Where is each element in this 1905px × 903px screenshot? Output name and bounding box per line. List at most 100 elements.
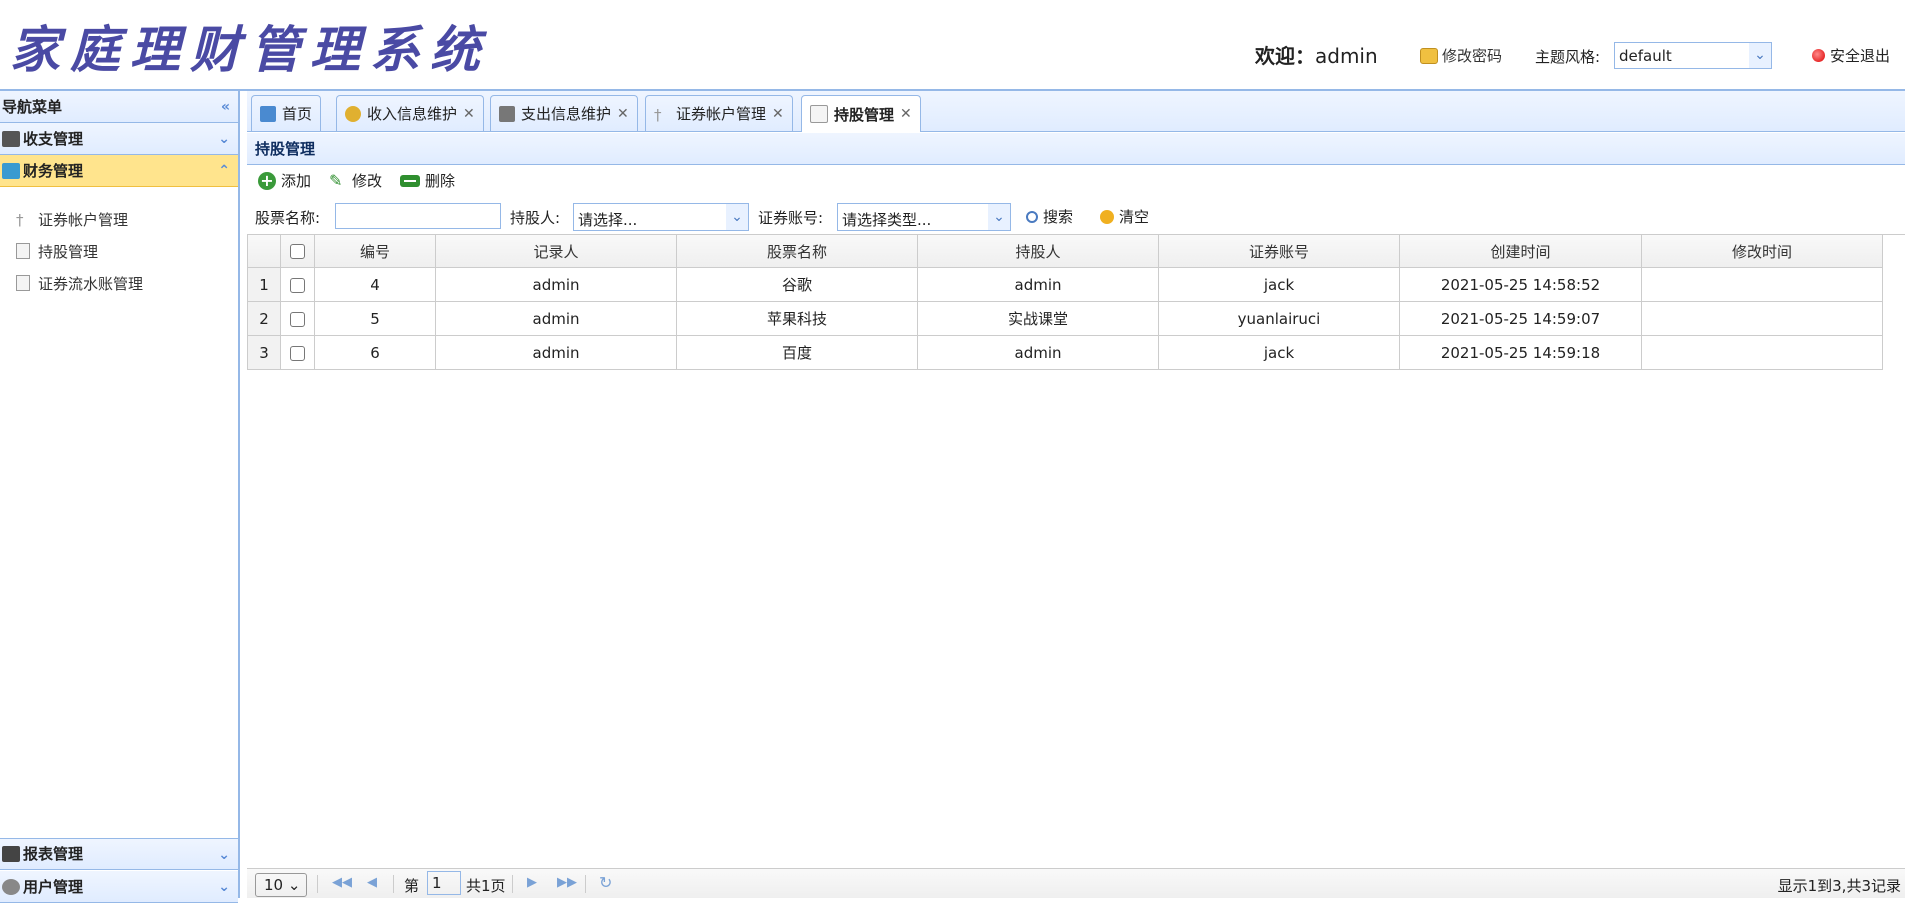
account-select[interactable]: 请选择类型... ⌄ (837, 203, 1011, 231)
column-header[interactable]: 修改时间 (1641, 235, 1883, 268)
logout-link[interactable]: 安全退出 (1812, 45, 1890, 66)
close-icon[interactable]: ✕ (617, 106, 629, 122)
add-button[interactable]: + 添加 (258, 170, 311, 191)
close-icon[interactable]: ✕ (463, 106, 475, 122)
row-checkbox[interactable] (290, 345, 305, 361)
account-icon: † (654, 105, 662, 124)
divider (512, 875, 513, 893)
cell-id: 4 (314, 267, 436, 302)
search-button[interactable]: 搜索 (1026, 206, 1073, 227)
table-row[interactable]: 1 4 admin 谷歌 admin jack 2021-05-25 14:58… (247, 267, 1883, 302)
collapse-icon[interactable]: ⌃ (218, 155, 230, 187)
holder-value: 请选择... (578, 211, 638, 229)
cell-holder: 实战课堂 (917, 301, 1159, 336)
cell-account: jack (1158, 335, 1400, 370)
theme-value: default (1619, 47, 1672, 65)
change-password-link[interactable]: 修改密码 (1420, 45, 1502, 66)
collapse-sidebar-icon[interactable]: « (221, 91, 230, 123)
expand-icon[interactable]: ⌄ (218, 123, 230, 155)
account-icon: † (16, 211, 24, 229)
cell-recorder: admin (435, 335, 677, 370)
stock-name-input[interactable] (335, 203, 501, 229)
clear-button[interactable]: 清空 (1100, 206, 1149, 227)
tab-holdings[interactable]: 持股管理 ✕ (801, 95, 921, 132)
refresh-icon[interactable]: ↻ (599, 873, 612, 892)
theme-select[interactable]: default ⌄ (1614, 42, 1772, 69)
table-row[interactable]: 3 6 admin 百度 admin jack 2021-05-25 14:59… (247, 335, 1883, 370)
expand-icon[interactable]: ⌄ (218, 839, 230, 871)
panel-title: 持股管理 (247, 133, 1905, 165)
sidebar-group-users[interactable]: 用户管理 ⌄ (0, 871, 238, 903)
chevron-down-icon[interactable]: ⌄ (726, 204, 748, 230)
next-page-icon[interactable]: ▶ (527, 875, 537, 890)
home-icon (260, 105, 276, 122)
sidebar-item-securities-ledger[interactable]: 证券流水账管理 (0, 267, 238, 299)
page-size-select[interactable]: 10 ⌄ (255, 873, 307, 897)
prev-page-icon[interactable]: ◀ (367, 875, 377, 890)
remove-icon (400, 174, 421, 187)
column-header[interactable]: 编号 (314, 235, 436, 268)
divider (317, 875, 318, 893)
tab-home[interactable]: 首页 (251, 95, 322, 131)
tab-securities-account[interactable]: † 证券帐户管理 ✕ (645, 95, 793, 131)
theme-label: 主题风格: (1535, 48, 1601, 66)
row-checkbox[interactable] (290, 311, 305, 327)
tab-expense[interactable]: 支出信息维护 ✕ (490, 95, 638, 131)
row-checkbox[interactable] (290, 277, 305, 293)
row-select-cell[interactable] (280, 301, 315, 336)
delete-button[interactable]: 删除 (400, 170, 455, 191)
gear-icon (2, 878, 20, 895)
pencil-icon: ✎ (329, 170, 343, 190)
expand-icon[interactable]: ⌄ (218, 871, 230, 903)
current-user: admin (1315, 44, 1378, 68)
sidebar: 导航菜单 « 收支管理 ⌄ 财务管理 ⌃ † 证券帐户管理 持股管理 证券流水账… (0, 91, 240, 903)
select-all-checkbox[interactable] (290, 244, 305, 259)
holder-select[interactable]: 请选择... ⌄ (573, 203, 749, 231)
tab-label: 支出信息维护 (521, 105, 612, 123)
column-header[interactable]: 持股人 (917, 235, 1159, 268)
table-row[interactable]: 2 5 admin 苹果科技 实战课堂 yuanlairuci 2021-05-… (247, 301, 1883, 336)
close-icon[interactable]: ✕ (772, 106, 784, 122)
tab-income[interactable]: 收入信息维护 ✕ (336, 95, 484, 131)
cell-account: jack (1158, 267, 1400, 302)
sidebar-item-securities-account[interactable]: † 证券帐户管理 (0, 203, 238, 235)
row-select-cell[interactable] (280, 335, 315, 370)
sidebar-item-label: 证券流水账管理 (38, 274, 144, 293)
search-label: 搜索 (1043, 208, 1074, 226)
sidebar-group-income-expense[interactable]: 收支管理 ⌄ (0, 123, 238, 155)
app-title: 家庭理财管理系统 (10, 20, 490, 79)
column-header[interactable]: 股票名称 (676, 235, 918, 268)
select-all-cell[interactable] (280, 235, 315, 268)
cell-id: 6 (314, 335, 436, 370)
expense-icon (499, 105, 515, 122)
welcome-label: 欢迎： (1255, 44, 1315, 68)
tab-label: 首页 (282, 105, 313, 123)
pager-summary: 显示1到3,共3记录 (1777, 877, 1901, 895)
finance-icon (2, 162, 20, 179)
row-number: 1 (247, 267, 281, 302)
close-icon[interactable]: ✕ (900, 106, 912, 122)
chevron-down-icon[interactable]: ⌄ (1749, 43, 1771, 68)
group-label: 报表管理 (23, 845, 84, 863)
sidebar-group-finance[interactable]: 财务管理 ⌃ (0, 155, 238, 187)
account-label: 证券账号: (758, 209, 824, 227)
row-select-cell[interactable] (280, 267, 315, 302)
column-header[interactable]: 证券账号 (1158, 235, 1400, 268)
table-header-row: 编号 记录人 股票名称 持股人 证券账号 创建时间 修改时间 (247, 235, 1883, 268)
first-page-icon[interactable]: ◀◀ (332, 875, 352, 890)
group-label: 收支管理 (23, 129, 84, 148)
last-page-icon[interactable]: ▶▶ (557, 875, 577, 890)
cell-created: 2021-05-25 14:58:52 (1399, 267, 1642, 302)
row-number: 2 (247, 301, 281, 336)
tab-label: 持股管理 (834, 105, 895, 124)
sidebar-item-holdings[interactable]: 持股管理 (0, 235, 238, 267)
sidebar-group-reports[interactable]: 报表管理 ⌄ (0, 838, 238, 870)
column-header[interactable]: 创建时间 (1399, 235, 1642, 268)
chevron-down-icon[interactable]: ⌄ (988, 204, 1010, 230)
page-number-input[interactable]: 1 (427, 871, 461, 895)
column-header[interactable]: 记录人 (435, 235, 677, 268)
delete-label: 删除 (425, 172, 456, 190)
cell-holder: admin (917, 335, 1159, 370)
edit-button[interactable]: ✎ 修改 (329, 170, 382, 191)
clear-label: 清空 (1119, 208, 1150, 226)
